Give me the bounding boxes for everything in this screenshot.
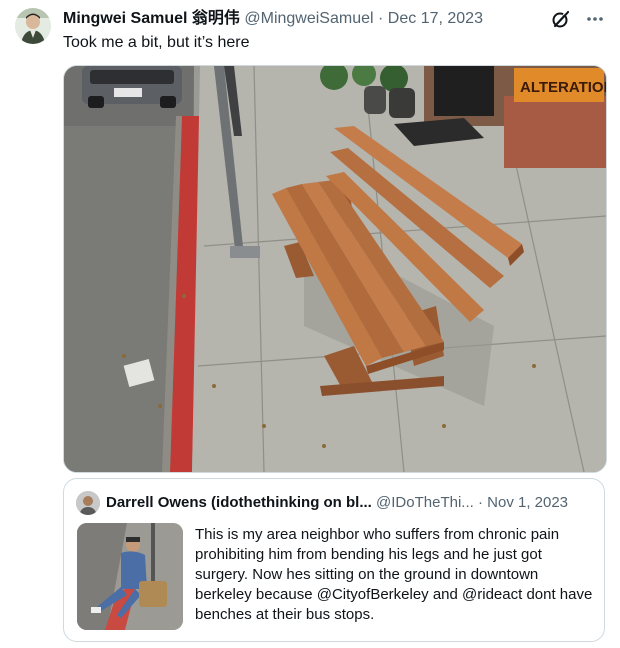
author-name[interactable]: Mingwei Samuel 翁明伟 [63, 10, 240, 27]
quoted-author-name[interactable]: Darrell Owens (idothethinking on bl... [106, 494, 372, 511]
quoted-tweet-thumbnail[interactable] [77, 523, 183, 630]
quoted-author-avatar[interactable] [76, 491, 100, 515]
grok-icon[interactable] [550, 8, 572, 30]
tweet-header: Mingwei Samuel 翁明伟 @MingweiSamuel · Dec … [63, 9, 560, 29]
quoted-tweet-text: This is my area neighbor who suffers fro… [195, 526, 593, 623]
quoted-tweet-header: Darrell Owens (idothethinking on bl... @… [106, 493, 594, 513]
alterations-sign: ALTERATIONS [520, 79, 606, 96]
tweet-photo[interactable]: ALTERATIONS [63, 65, 607, 473]
author-avatar[interactable] [15, 8, 51, 44]
quoted-header-separator: · [477, 494, 483, 511]
quoted-tweet[interactable]: Darrell Owens (idothethinking on bl... @… [63, 478, 605, 642]
bench-photo-illustration: ALTERATIONS [64, 66, 606, 472]
quoted-tweet-date[interactable]: Nov 1, 2023 [487, 494, 568, 511]
tweet-date[interactable]: Dec 17, 2023 [388, 10, 483, 27]
header-separator: · [378, 10, 384, 27]
more-icon[interactable] [584, 8, 606, 30]
quoted-author-handle[interactable]: @IDoTheThi... [376, 494, 474, 511]
author-handle[interactable]: @MingweiSamuel [244, 10, 373, 27]
tweet-actions [550, 8, 606, 30]
tweet-text: Took me a bit, but it’s here [63, 34, 250, 51]
